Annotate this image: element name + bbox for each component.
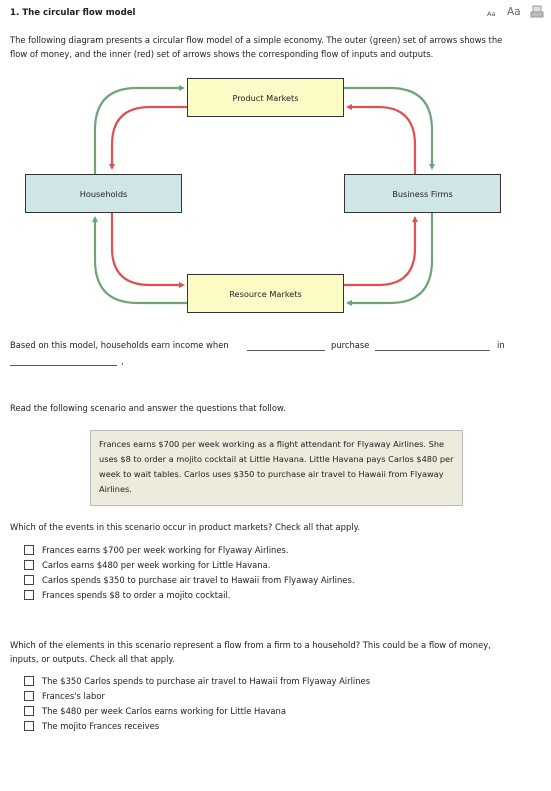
product-markets-box: Product Markets bbox=[187, 78, 344, 117]
fill-in-text-3: in bbox=[497, 340, 505, 350]
q2-prompt-line-2: inputs, or outputs. Check all that apply… bbox=[10, 654, 175, 664]
fill-in-text-1: Based on this model, households earn inc… bbox=[10, 340, 229, 350]
resource-markets-box: Resource Markets bbox=[187, 274, 344, 313]
checkbox[interactable] bbox=[24, 676, 34, 686]
checkbox[interactable] bbox=[24, 575, 34, 585]
option-label: Frances earns $700 per week working for … bbox=[42, 545, 289, 555]
option-label: Frances's labor bbox=[42, 691, 105, 701]
business-firms-box: Business Firms bbox=[344, 174, 501, 213]
q2-option[interactable]: The $350 Carlos spends to purchase air t… bbox=[24, 676, 370, 686]
money-arrow-firms-to-resource bbox=[346, 212, 434, 306]
q1-option[interactable]: Carlos earns $480 per week working for L… bbox=[24, 560, 270, 570]
money-arrow-resource-to-households bbox=[92, 216, 187, 305]
fill-in-text-2: purchase bbox=[331, 340, 370, 350]
checkbox[interactable] bbox=[24, 590, 34, 600]
scenario-box: Frances earns $700 per week working as a… bbox=[90, 430, 463, 506]
goods-arrow-product-to-households bbox=[109, 105, 187, 170]
option-label: Carlos spends $350 to purchase air trave… bbox=[42, 575, 355, 585]
blank-dropdown-3[interactable] bbox=[10, 365, 117, 366]
blank-dropdown-1[interactable] bbox=[247, 350, 325, 351]
inputs-arrow-households-to-resource bbox=[110, 212, 185, 288]
q2-option[interactable]: The $480 per week Carlos earns working f… bbox=[24, 706, 286, 716]
q1-prompt: Which of the events in this scenario occ… bbox=[10, 522, 361, 532]
households-box: Households bbox=[25, 174, 182, 213]
option-label: The $480 per week Carlos earns working f… bbox=[42, 706, 286, 716]
q2-option[interactable]: Frances's labor bbox=[24, 691, 105, 701]
q2-prompt-line-1: Which of the elements in this scenario r… bbox=[10, 640, 491, 650]
q1-option[interactable]: Frances spends $8 to order a mojito cock… bbox=[24, 590, 230, 600]
money-arrow-product-to-firms bbox=[343, 86, 435, 170]
fill-in-end: , bbox=[121, 356, 124, 366]
checkbox[interactable] bbox=[24, 545, 34, 555]
option-label: The $350 Carlos spends to purchase air t… bbox=[42, 676, 371, 686]
scenario-prompt: Read the following scenario and answer t… bbox=[10, 403, 286, 413]
q1-option[interactable]: Frances earns $700 per week working for … bbox=[24, 545, 289, 555]
option-label: Carlos earns $480 per week working for L… bbox=[42, 560, 271, 570]
page: 1. The circular flow model Aa Aa The fol… bbox=[0, 0, 551, 791]
option-label: The mojito Frances receives bbox=[42, 721, 160, 731]
money-arrow-households-to-product bbox=[93, 85, 185, 174]
option-label: Frances spends $8 to order a mojito cock… bbox=[42, 590, 231, 600]
checkbox[interactable] bbox=[24, 560, 34, 570]
checkbox[interactable] bbox=[24, 721, 34, 731]
q2-option[interactable]: The mojito Frances receives bbox=[24, 721, 159, 731]
checkbox[interactable] bbox=[24, 691, 34, 701]
checkbox[interactable] bbox=[24, 706, 34, 716]
blank-dropdown-2[interactable] bbox=[375, 350, 490, 351]
inputs-arrow-resource-to-firms bbox=[343, 216, 418, 287]
goods-arrow-firms-to-product bbox=[346, 104, 417, 174]
q1-option[interactable]: Carlos spends $350 to purchase air trave… bbox=[24, 575, 354, 585]
